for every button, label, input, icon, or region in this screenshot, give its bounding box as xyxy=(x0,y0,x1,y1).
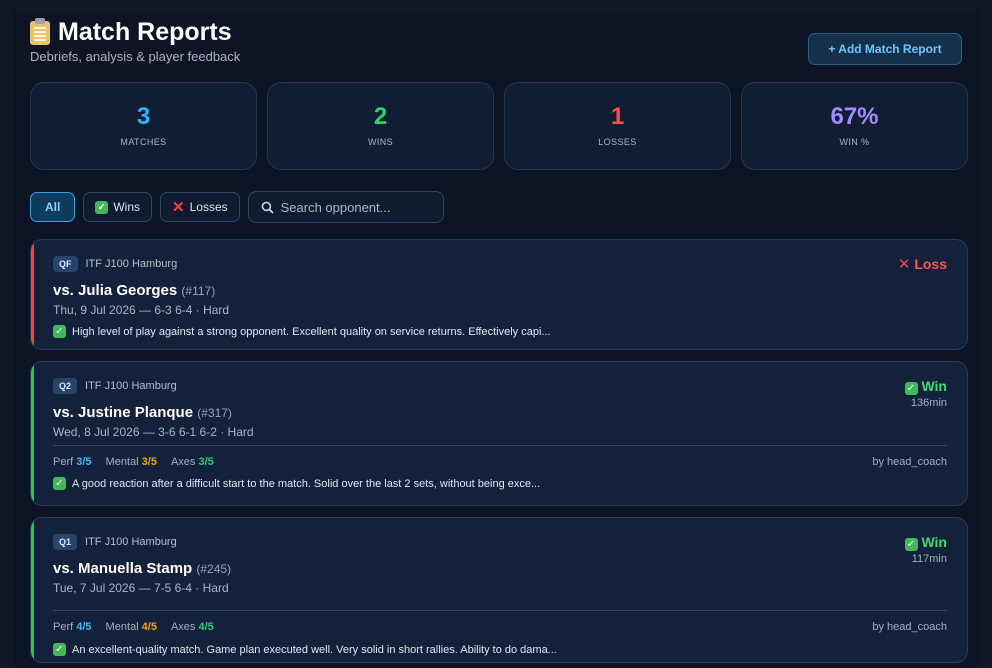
search-input[interactable]: Search opponent... xyxy=(247,191,444,223)
match-meta: QF ITF J100 Hamburg xyxy=(53,256,947,272)
stats-summary: 3 MATCHES 2 WINS 1 LOSSES 67% WIN % xyxy=(30,82,968,170)
round-badge: Q2 xyxy=(53,378,78,394)
match-summary: ✓ High level of play against a strong op… xyxy=(53,325,947,338)
opponent-rank: (#117) xyxy=(181,284,216,298)
check-icon: ✓ xyxy=(53,325,66,338)
match-duration: 117min xyxy=(911,553,947,565)
match-card-content: Q2 ITF J100 Hamburg vs. Justine Planque … xyxy=(53,378,947,505)
check-icon: ✓ xyxy=(95,200,109,214)
search-placeholder: Search opponent... xyxy=(280,199,391,215)
result-badge: ✓ Win 117min xyxy=(904,534,947,565)
result-text: Win xyxy=(921,378,947,394)
perf-rating: Perf 4/5 xyxy=(53,621,92,633)
round-badge: QF xyxy=(53,256,78,272)
search-icon xyxy=(261,201,274,214)
mental-rating: Mental 3/5 xyxy=(105,456,157,468)
axes-rating: Axes 3/5 xyxy=(170,456,214,468)
filter-wins-label: Wins xyxy=(113,200,141,214)
summary-text: High level of play against a strong oppo… xyxy=(72,325,551,338)
axes-rating: Axes 4/5 xyxy=(170,621,214,633)
opponent-heading: vs. Manuella Stamp (#245) xyxy=(53,560,947,577)
summary-text: A good reaction after a difficult start … xyxy=(72,477,541,490)
opponent-heading: vs. Justine Planque (#317) xyxy=(53,404,947,421)
result-badge: ✓ Win 136min xyxy=(904,378,947,409)
filter-losses-label: Losses xyxy=(189,200,228,214)
stat-value: 1 xyxy=(610,103,625,130)
opponent-name: vs. Justine Planque xyxy=(53,404,194,421)
cross-icon: ✕ xyxy=(897,256,911,273)
add-match-report-button[interactable]: + Add Match Report xyxy=(808,33,962,65)
match-card[interactable]: Q1 ITF J100 Hamburg vs. Manuella Stamp (… xyxy=(30,517,968,663)
stat-wins: 2 WINS xyxy=(267,82,494,170)
stat-matches: 3 MATCHES xyxy=(30,82,257,170)
card-divider xyxy=(53,445,947,446)
opponent-rank: (#317) xyxy=(197,406,232,420)
report-author: by head_coach xyxy=(872,456,947,468)
check-icon: ✓ xyxy=(904,538,918,551)
match-ratings: Perf 3/5 Mental 3/5 Axes 3/5 xyxy=(53,456,214,468)
summary-text: An excellent-quality match. Game plan ex… xyxy=(72,643,557,656)
stat-win-percent: 67% WIN % xyxy=(741,82,968,170)
match-date-score: Wed, 8 Jul 2026 — 3-6 6-1 6-2 · Hard xyxy=(53,425,254,439)
cross-icon: ✕ xyxy=(172,198,185,216)
match-meta: Q1 ITF J100 Hamburg xyxy=(53,534,947,550)
match-card[interactable]: QF ITF J100 Hamburg vs. Julia Georges (#… xyxy=(30,239,968,350)
filter-wins-button[interactable]: ✓ Wins xyxy=(83,192,153,222)
opponent-heading: vs. Julia Georges (#117) xyxy=(53,282,947,299)
opponent-name: vs. Manuella Stamp xyxy=(53,560,193,577)
check-icon: ✓ xyxy=(53,477,66,490)
clipboard-icon xyxy=(30,17,50,45)
stat-label: MATCHES xyxy=(120,137,167,147)
opponent-name: vs. Julia Georges xyxy=(53,282,178,299)
stat-label: WIN % xyxy=(839,137,870,147)
stat-label: LOSSES xyxy=(598,137,637,147)
stat-label: WINS xyxy=(367,137,394,147)
match-date-score: Tue, 7 Jul 2026 — 7-5 6-4 · Hard xyxy=(53,581,229,595)
mental-rating: Mental 4/5 xyxy=(105,621,157,633)
match-date-score: Thu, 9 Jul 2026 — 6-3 6-4 · Hard xyxy=(53,303,230,317)
match-card-content: Q1 ITF J100 Hamburg vs. Manuella Stamp (… xyxy=(53,534,947,662)
match-card[interactable]: Q2 ITF J100 Hamburg vs. Justine Planque … xyxy=(30,361,968,506)
check-icon: ✓ xyxy=(53,643,66,656)
stat-value: 2 xyxy=(373,103,388,130)
round-badge: Q1 xyxy=(53,534,78,550)
match-duration: 136min xyxy=(910,397,947,409)
match-summary: ✓ A good reaction after a difficult star… xyxy=(53,477,540,490)
match-card-content: QF ITF J100 Hamburg vs. Julia Georges (#… xyxy=(53,256,947,349)
filter-losses-button[interactable]: ✕ Losses xyxy=(160,192,240,222)
match-reports-app: Match Reports Debriefs, analysis & playe… xyxy=(14,10,980,668)
stat-losses: 1 LOSSES xyxy=(504,82,731,170)
page-title-text: Match Reports xyxy=(58,18,232,46)
tournament-name: ITF J100 Hamburg xyxy=(85,536,177,548)
card-divider xyxy=(53,610,947,611)
filter-bar: All ✓ Wins ✕ Losses Search opponent... xyxy=(30,191,444,223)
result-badge: ✕ Loss xyxy=(898,256,947,272)
tournament-name: ITF J100 Hamburg xyxy=(85,380,177,392)
result-text: Win xyxy=(921,534,947,550)
check-icon: ✓ xyxy=(904,382,918,395)
report-author: by head_coach xyxy=(872,621,947,633)
match-ratings: Perf 4/5 Mental 4/5 Axes 4/5 xyxy=(53,621,214,633)
stat-value: 67% xyxy=(830,103,879,130)
stat-value: 3 xyxy=(136,103,151,130)
filter-all-button[interactable]: All xyxy=(30,192,76,222)
page-header: Match Reports Debriefs, analysis & playe… xyxy=(30,17,964,74)
perf-rating: Perf 3/5 xyxy=(53,456,92,468)
result-text: Loss xyxy=(914,256,947,272)
tournament-name: ITF J100 Hamburg xyxy=(85,258,178,270)
opponent-rank: (#245) xyxy=(196,562,232,576)
match-summary: ✓ An excellent-quality match. Game plan … xyxy=(53,643,557,656)
match-meta: Q2 ITF J100 Hamburg xyxy=(53,378,947,394)
